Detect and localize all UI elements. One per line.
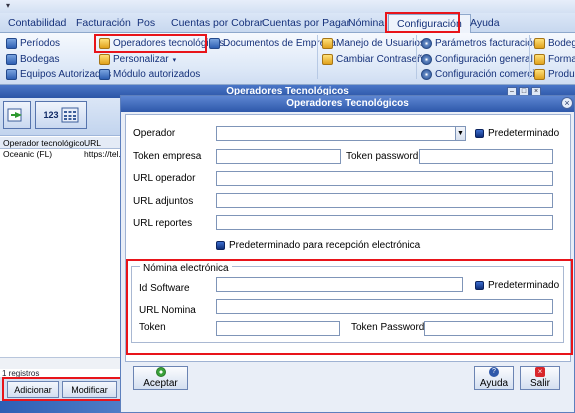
ribbon-bodegas[interactable]: Bodegas bbox=[6, 54, 59, 65]
aceptar-button[interactable]: Aceptar bbox=[133, 366, 188, 390]
url-operador-field[interactable] bbox=[216, 171, 553, 186]
numeric-keypad-button[interactable]: 123 bbox=[35, 101, 87, 129]
ribbon-configuracion-general[interactable]: Configuración general bbox=[421, 54, 533, 65]
nomina-legend: Nómina electrónica bbox=[140, 263, 232, 274]
ribbon-configuracion-comercial[interactable]: Configuración comercial bbox=[421, 69, 542, 80]
gear-icon bbox=[421, 54, 432, 65]
token-password-label: Token password bbox=[346, 151, 419, 162]
users-icon bbox=[322, 38, 333, 49]
url-adjuntos-field[interactable] bbox=[216, 193, 553, 208]
help-icon: ? bbox=[489, 367, 499, 377]
id-software-field[interactable] bbox=[216, 277, 463, 292]
ayuda-button[interactable]: ? Ayuda bbox=[474, 366, 514, 390]
url-adjuntos-label: URL adjuntos bbox=[133, 196, 194, 207]
tab-configuracion[interactable]: Configuración bbox=[388, 14, 471, 33]
ribbon-equipos[interactable]: Equipos Autorizados bbox=[6, 69, 111, 80]
ribbon-operadores-tecnologicos[interactable]: Operadores tecnológicos bbox=[99, 38, 224, 49]
tab-cuentas-cobrar[interactable]: Cuentas por Cobrar bbox=[171, 17, 263, 29]
sequence-label: 123 bbox=[43, 110, 59, 120]
column-header-operador[interactable]: Operador tecnológico bbox=[3, 138, 84, 148]
tab-pos[interactable]: Pos bbox=[137, 17, 155, 29]
url-nomina-label: URL Nomina bbox=[139, 305, 196, 316]
tab-nomina[interactable]: Nómina bbox=[348, 17, 384, 29]
tab-ayuda[interactable]: Ayuda bbox=[470, 17, 500, 29]
exit-icon: × bbox=[535, 367, 545, 377]
nomina-predeterminado-checkbox[interactable] bbox=[475, 281, 484, 290]
tab-facturacion[interactable]: Facturación bbox=[76, 17, 131, 29]
module-icon bbox=[99, 69, 110, 80]
check-icon bbox=[155, 367, 166, 377]
token-password-field[interactable] bbox=[419, 149, 553, 164]
gear-icon bbox=[421, 69, 432, 80]
ribbon-periodos[interactable]: Períodos bbox=[6, 38, 60, 49]
documents-icon bbox=[209, 38, 220, 49]
url-operador-label: URL operador bbox=[133, 173, 196, 184]
ribbon-separator bbox=[317, 35, 318, 79]
ribbon-separator bbox=[529, 35, 530, 79]
horizontal-scrollbar[interactable] bbox=[0, 357, 128, 369]
operador-combo[interactable] bbox=[216, 126, 457, 141]
url-reportes-field[interactable] bbox=[216, 215, 553, 230]
url-nomina-field[interactable] bbox=[216, 299, 553, 314]
column-header-url[interactable]: URL bbox=[84, 138, 101, 148]
url-reportes-label: URL reportes bbox=[133, 218, 193, 229]
arrow-right-icon bbox=[7, 108, 22, 122]
background-toolbar: 123 bbox=[0, 98, 128, 136]
customize-icon bbox=[99, 54, 110, 65]
chevron-down-icon[interactable]: ▼ bbox=[455, 126, 466, 141]
adicionar-button[interactable]: Adicionar bbox=[7, 381, 59, 398]
ribbon-productos[interactable]: Product bbox=[534, 69, 575, 80]
warehouse-icon bbox=[6, 54, 17, 65]
ribbon-personalizar[interactable]: Personalizar ▾ bbox=[99, 54, 176, 65]
ribbon-manejo-usuarios[interactable]: Manejo de Usuarios bbox=[322, 38, 425, 49]
token-label: Token bbox=[139, 322, 166, 333]
forms-icon bbox=[534, 54, 545, 65]
modificar-button[interactable]: Modificar bbox=[62, 381, 117, 398]
tab-cuentas-pagar[interactable]: Cuentas por Pagar bbox=[262, 17, 350, 29]
token-empresa-label: Token empresa bbox=[133, 151, 202, 162]
ribbon-tabs: Contabilidad Facturación Pos Cuentas por… bbox=[0, 13, 575, 33]
predeterminado-recepcion-label: Predeterminado para recepción electrónic… bbox=[229, 240, 421, 251]
ribbon-panel: Períodos Bodegas Equipos Autorizados Ope… bbox=[0, 33, 575, 85]
ribbon-parametros-facturacion[interactable]: Parámetros facturación bbox=[421, 38, 538, 49]
warehouse-icon bbox=[534, 38, 545, 49]
dialog-close-icon[interactable]: × bbox=[561, 97, 573, 109]
operator-icon bbox=[99, 38, 110, 49]
nomina-token-password-field[interactable] bbox=[424, 321, 553, 336]
quick-access-chevron-icon[interactable]: ▾ bbox=[6, 1, 10, 10]
computer-icon bbox=[6, 69, 17, 80]
tab-contabilidad[interactable]: Contabilidad bbox=[8, 17, 66, 29]
operador-label: Operador bbox=[133, 128, 176, 139]
key-icon bbox=[322, 54, 333, 65]
token-field[interactable] bbox=[216, 321, 340, 336]
id-software-label: Id Software bbox=[139, 283, 190, 294]
cell-operador: Oceanic (FL) bbox=[3, 149, 53, 159]
predeterminado-recepcion-checkbox[interactable] bbox=[216, 241, 225, 250]
product-icon bbox=[534, 69, 545, 80]
predeterminado-label: Predeterminado bbox=[488, 128, 560, 139]
ribbon-modulo-autorizados[interactable]: Módulo autorizados bbox=[99, 69, 200, 80]
dropdown-arrow-icon: ▾ bbox=[172, 56, 177, 64]
table-row[interactable]: Oceanic (FL) https://tel... bbox=[0, 149, 128, 160]
ribbon-separator bbox=[416, 35, 417, 79]
ribbon-bodega[interactable]: Bodega bbox=[534, 38, 575, 49]
predeterminado-checkbox[interactable] bbox=[475, 129, 484, 138]
keypad-icon bbox=[61, 107, 79, 123]
nomina-predeterminado-label: Predeterminado bbox=[488, 280, 560, 291]
calendar-icon bbox=[6, 38, 17, 49]
gear-icon bbox=[421, 38, 432, 49]
ribbon-cambiar-contrasena[interactable]: Cambiar Contraseña bbox=[322, 54, 428, 65]
grid-header: Operador tecnológico URL bbox=[0, 137, 128, 149]
dialog-title: Operadores Tecnológicos bbox=[121, 96, 574, 112]
exit-arrow-button[interactable] bbox=[3, 101, 31, 129]
nomina-token-password-label: Token Password bbox=[351, 322, 425, 333]
token-empresa-field[interactable] bbox=[216, 149, 341, 164]
salir-button[interactable]: × Salir bbox=[520, 366, 560, 390]
ribbon-formas[interactable]: Formas bbox=[534, 54, 575, 65]
quick-access-bar: ▾ bbox=[0, 0, 575, 13]
